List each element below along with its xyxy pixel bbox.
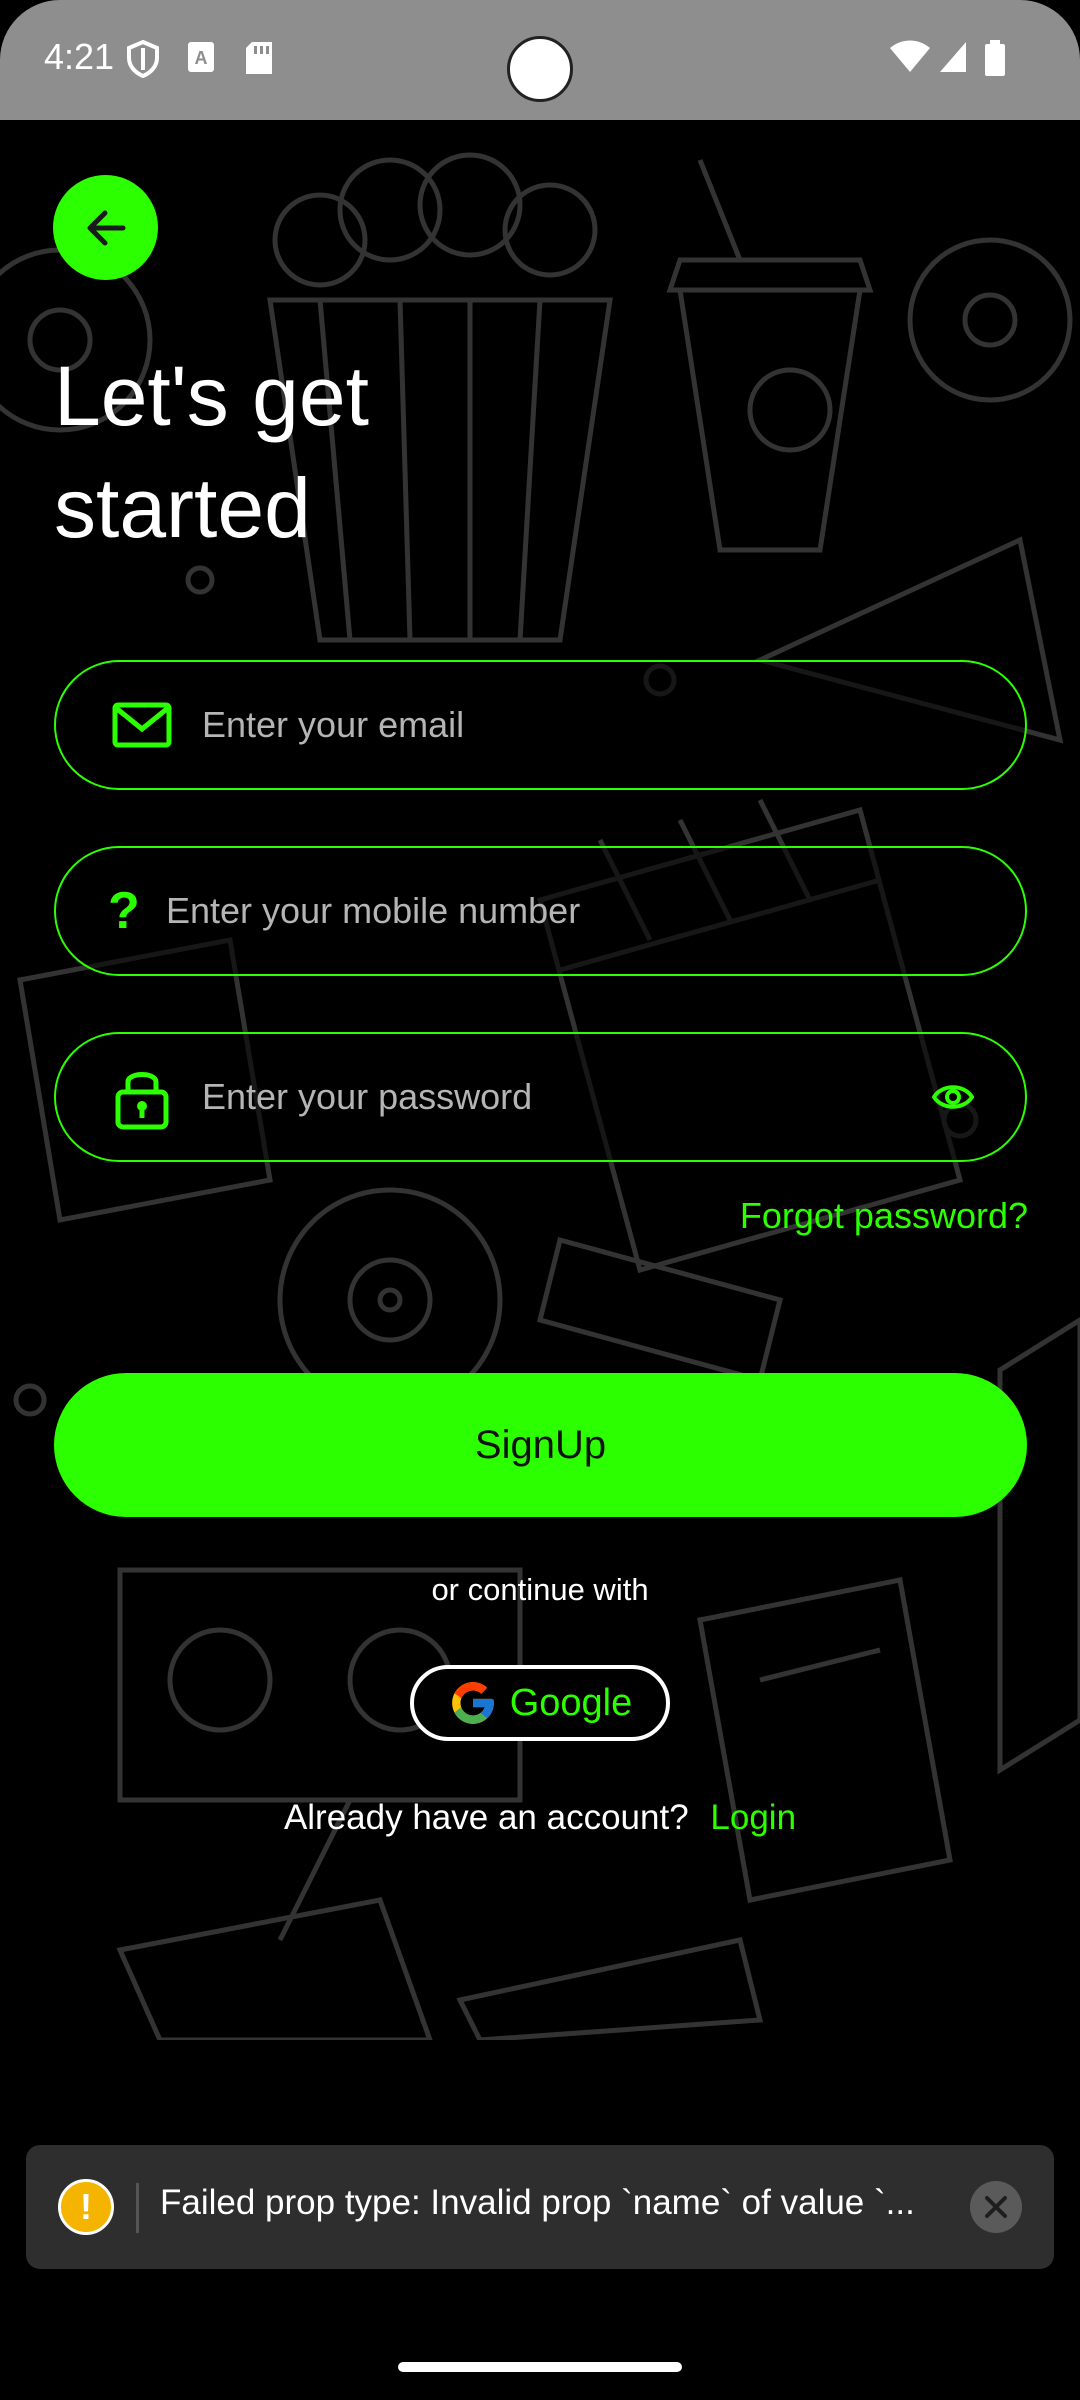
password-field[interactable]	[54, 1032, 1027, 1162]
login-link[interactable]: Login	[710, 1798, 796, 1837]
google-logo-icon	[451, 1682, 494, 1724]
close-icon[interactable]	[970, 2181, 1022, 2233]
page-title: Let's get started	[54, 340, 369, 564]
error-toast[interactable]: ! Failed prop type: Invalid prop `name` …	[26, 2145, 1054, 2269]
mail-icon	[112, 702, 172, 748]
email-field[interactable]	[54, 660, 1027, 790]
svg-text:A: A	[195, 48, 208, 68]
back-button[interactable]	[53, 175, 158, 280]
status-bar: 4:21 A	[0, 0, 1080, 120]
arrow-left-icon	[87, 210, 125, 245]
toast-message: Failed prop type: Invalid prop `name` of…	[160, 2183, 915, 2222]
lock-icon	[115, 1072, 169, 1130]
toast-divider	[136, 2183, 139, 2233]
login-prompt: Already have an account? Login	[0, 1798, 1080, 1838]
eye-icon[interactable]	[932, 1082, 974, 1112]
mobile-input[interactable]	[166, 848, 866, 974]
password-input[interactable]	[202, 1034, 902, 1160]
warning-icon: !	[58, 2179, 114, 2235]
wifi-icon	[890, 40, 930, 72]
page-title-line-1: Let's get	[54, 349, 369, 443]
page-title-line-2: started	[54, 461, 311, 555]
status-time: 4:21	[44, 36, 115, 77]
battery-icon	[985, 40, 1005, 76]
keyboard-a-icon: A	[188, 42, 214, 72]
question-mark-icon: ?	[108, 882, 140, 940]
or-continue-text: or continue with	[431, 1572, 649, 1607]
signal-icon	[940, 42, 966, 72]
mobile-field[interactable]: ?	[54, 846, 1027, 976]
sd-card-icon	[246, 42, 272, 74]
google-signin-button[interactable]: Google	[410, 1665, 670, 1741]
signup-button[interactable]: SignUp	[54, 1373, 1027, 1517]
google-button-label: Google	[509, 1681, 633, 1724]
home-indicator[interactable]	[398, 2362, 682, 2372]
email-input[interactable]	[202, 662, 902, 788]
login-question: Already have an account?	[283, 1798, 689, 1837]
front-camera	[507, 36, 573, 102]
forgot-password-link[interactable]: Forgot password?	[740, 1195, 1028, 1237]
shield-icon	[127, 40, 159, 78]
